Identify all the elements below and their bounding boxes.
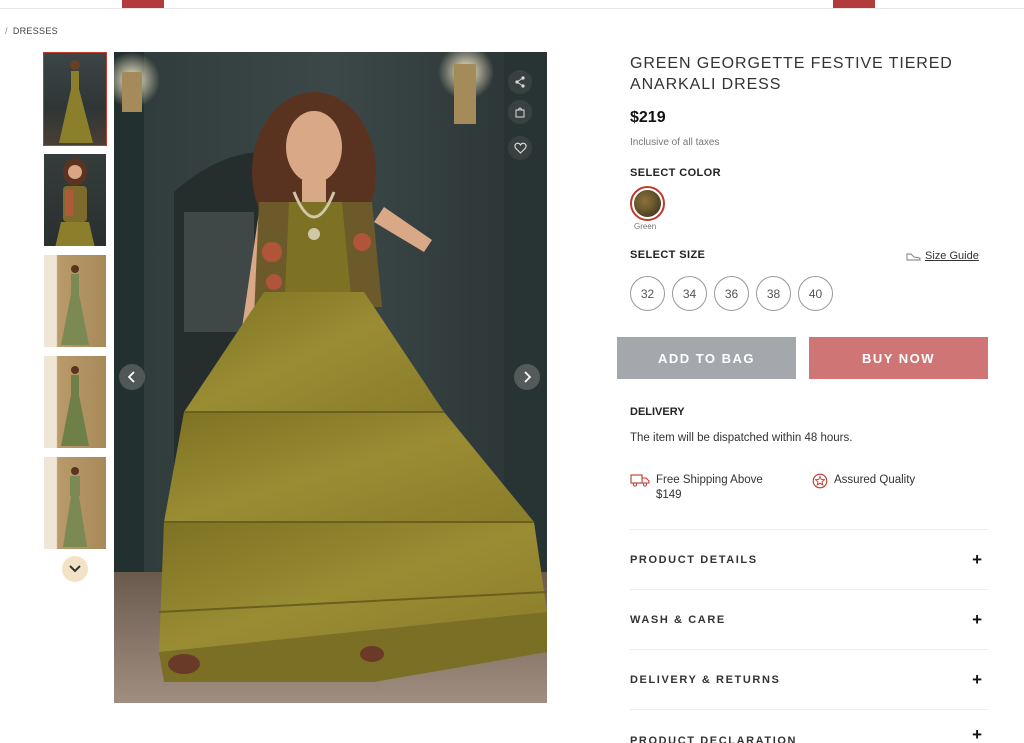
thumbnail-list (43, 52, 107, 557)
perk-assured-quality: Assured Quality (812, 473, 915, 489)
thumbnail-4[interactable] (43, 355, 107, 449)
size-options: 32 34 36 38 40 (630, 276, 833, 311)
perk-text-line2: $149 (656, 489, 682, 501)
header-accent-mark (122, 0, 164, 8)
size-option[interactable]: 34 (672, 276, 707, 311)
select-size-label: SELECT SIZE (630, 249, 706, 261)
top-header-bar (0, 0, 1024, 9)
thumbnail-5[interactable] (43, 456, 107, 550)
perk-text-line1: Assured Quality (834, 474, 916, 486)
size-option[interactable]: 32 (630, 276, 665, 311)
next-image-button[interactable] (514, 364, 540, 390)
product-photo (114, 52, 547, 703)
accordion-product-details[interactable]: PRODUCT DETAILS + (630, 529, 988, 589)
perk-text-line1: Free Shipping Above (656, 474, 763, 486)
accordion-label: PRODUCT DETAILS (630, 553, 758, 566)
accordion-label: PRODUCT DECLARATION (630, 735, 798, 743)
thumbnail-scroll-down-button[interactable] (62, 556, 88, 582)
buy-now-button[interactable]: BUY NOW (809, 337, 988, 379)
delivery-text: The item will be dispatched within 48 ho… (630, 432, 853, 444)
breadcrumb-separator: / (5, 26, 8, 36)
header-accent-mark (833, 0, 875, 8)
breadcrumb: / DRESSES (5, 26, 58, 36)
add-to-bag-quick-button[interactable] (508, 100, 532, 124)
select-color-label: SELECT COLOR (630, 167, 721, 179)
wishlist-button[interactable] (508, 136, 532, 160)
tax-note: Inclusive of all taxes (630, 137, 720, 148)
truck-icon (630, 474, 650, 487)
accordion-product-declaration[interactable]: PRODUCT DECLARATION + (630, 709, 988, 743)
thumbnail-1[interactable] (43, 52, 107, 146)
accordion-label: DELIVERY & RETURNS (630, 673, 781, 686)
share-button[interactable] (508, 70, 532, 94)
size-guide-link[interactable]: Size Guide (906, 250, 979, 262)
size-option[interactable]: 40 (798, 276, 833, 311)
size-option[interactable]: 38 (756, 276, 791, 311)
size-option[interactable]: 36 (714, 276, 749, 311)
accordion-label: WASH & CARE (630, 613, 726, 626)
shoe-icon (906, 253, 921, 261)
chevron-left-icon (128, 371, 135, 383)
breadcrumb-current[interactable]: DRESSES (13, 26, 58, 36)
product-price: $219 (630, 109, 666, 126)
chevron-right-icon (524, 371, 531, 383)
accordion-delivery-returns[interactable]: DELIVERY & RETURNS + (630, 649, 988, 709)
product-title: GREEN GEORGETTE FESTIVE TIERED ANARKALI … (630, 55, 953, 93)
bag-icon (515, 107, 525, 118)
delivery-heading: DELIVERY (630, 406, 685, 418)
previous-image-button[interactable] (119, 364, 145, 390)
quality-badge-icon (812, 473, 828, 489)
heart-icon (513, 142, 527, 154)
plus-icon: + (972, 725, 982, 743)
plus-icon: + (972, 549, 982, 569)
color-swatch-green[interactable] (630, 186, 665, 221)
thumbnail-2[interactable] (43, 153, 107, 247)
chevron-down-icon (69, 565, 81, 573)
plus-icon: + (972, 609, 982, 629)
plus-icon: + (972, 669, 982, 689)
share-icon (515, 76, 525, 88)
accordion-wash-care[interactable]: WASH & CARE + (630, 589, 988, 649)
thumbnail-3[interactable] (43, 254, 107, 348)
color-swatch-label: Green (634, 222, 657, 231)
perk-free-shipping: Free Shipping Above $149 (630, 473, 763, 503)
add-to-bag-button[interactable]: ADD TO BAG (617, 337, 796, 379)
main-product-image[interactable] (114, 52, 547, 703)
size-guide-label: Size Guide (925, 250, 979, 262)
